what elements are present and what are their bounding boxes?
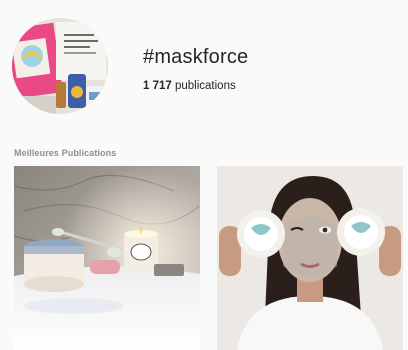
top-posts-label: Meilleures Publications: [14, 148, 117, 158]
hashtag-title: #maskforce: [143, 46, 249, 68]
publication-count-label: publications: [171, 80, 236, 92]
hashtag-avatar: [12, 18, 108, 114]
hashtag-header: #maskforce 1 717 publications: [0, 0, 408, 130]
publication-count: 1 717 publications: [143, 80, 236, 92]
avatar-image: [12, 18, 108, 114]
top-post-1[interactable]: [14, 166, 200, 350]
top-post-2[interactable]: [217, 166, 403, 350]
mask-jar-and-candle-photo: [14, 166, 200, 350]
publication-count-number: 1 717: [143, 80, 172, 92]
woman-with-face-mask-photo: [217, 166, 403, 350]
